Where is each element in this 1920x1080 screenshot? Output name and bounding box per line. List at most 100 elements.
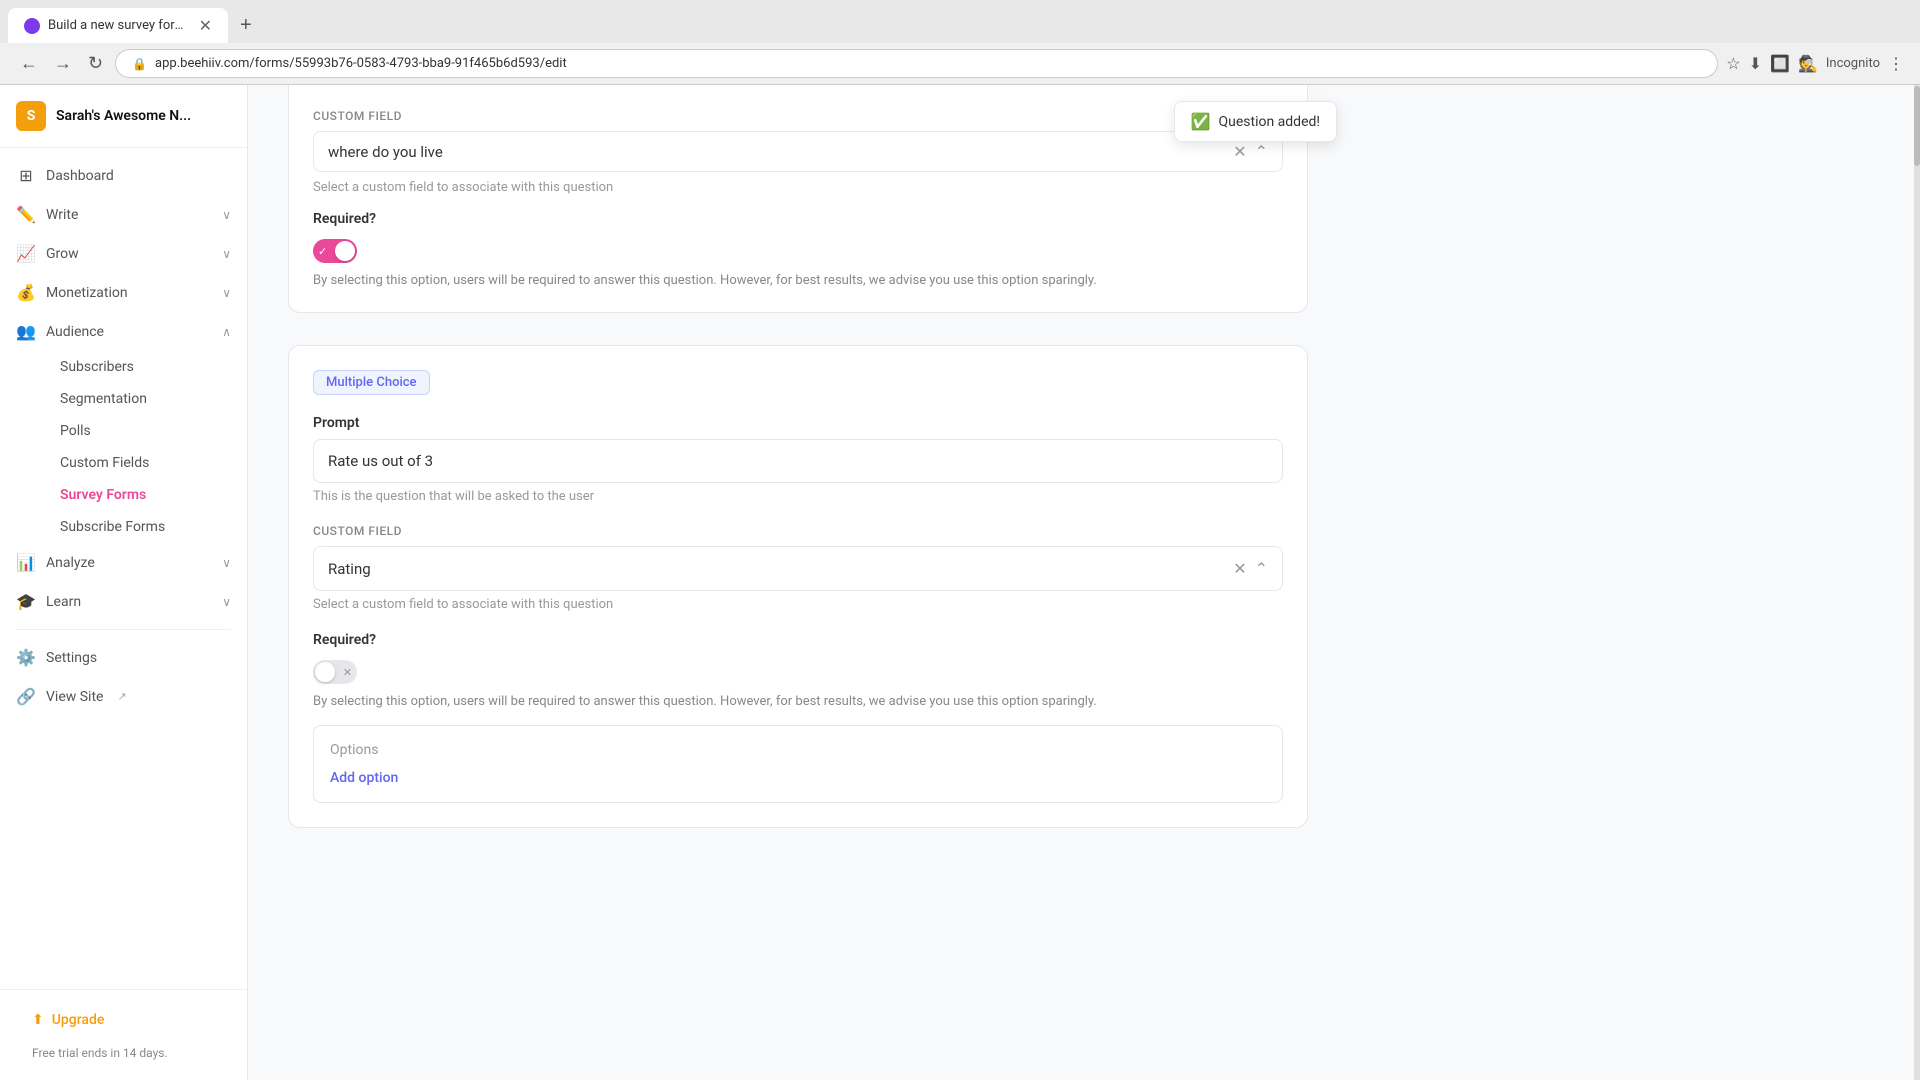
tab-close-button[interactable]: ✕ — [199, 16, 212, 35]
menu-button[interactable]: ⋮ — [1888, 54, 1904, 74]
required-label-2: Required? — [313, 632, 1283, 648]
toggle-track-1[interactable]: ✓ — [313, 239, 357, 263]
learn-icon: 🎓 — [16, 592, 36, 611]
input-actions-1: ✕ ⌃ — [1233, 142, 1268, 161]
sidebar-item-audience[interactable]: 👥 Audience ∧ — [0, 312, 247, 351]
dashboard-icon: ⊞ — [16, 166, 36, 185]
chevron-down-icon: ∨ — [222, 556, 231, 570]
sidebar-item-label: Monetization — [46, 285, 128, 301]
analyze-icon: 📊 — [16, 553, 36, 572]
incognito-label: Incognito — [1826, 56, 1880, 71]
check-icon: ✅ — [1191, 112, 1211, 131]
download-button[interactable]: ⬇ — [1749, 54, 1762, 74]
sidebar-item-view-site[interactable]: 🔗 View Site ↗ — [0, 677, 247, 716]
toggle-thumb-2 — [315, 662, 335, 682]
sidebar-bottom: ⬆ Upgrade Free trial ends in 14 days. — [0, 989, 247, 1080]
reload-button[interactable]: ↻ — [84, 49, 107, 78]
sidebar-item-subscribe-forms[interactable]: Subscribe Forms — [44, 511, 247, 543]
audience-icon: 👥 — [16, 322, 36, 341]
custom-field-label-1: Custom Field — [313, 109, 1283, 123]
scrollbar[interactable] — [1914, 85, 1920, 1080]
sidebar-item-label: Analyze — [46, 555, 95, 571]
check-toggle-icon: ✓ — [318, 245, 327, 258]
toggle-track-2[interactable]: ✕ — [313, 660, 357, 684]
question-card-1: Custom Field where do you live ✕ ⌃ ✅ Que… — [288, 85, 1308, 313]
x-toggle-icon: ✕ — [343, 666, 352, 679]
extension-button[interactable]: 🔲 — [1770, 54, 1790, 74]
helper-text-1: Select a custom field to associate with … — [313, 180, 1283, 195]
required-desc-2: By selecting this option, users will be … — [313, 694, 1283, 709]
sidebar-item-custom-fields[interactable]: Custom Fields — [44, 447, 247, 479]
sidebar-item-write[interactable]: ✏️ Write ∨ — [0, 195, 247, 234]
close-icon[interactable]: ✕ — [1233, 559, 1246, 578]
prompt-input[interactable]: Rate us out of 3 — [313, 439, 1283, 483]
chevron-down-icon: ∨ — [222, 286, 231, 300]
sidebar-item-label: Write — [46, 207, 78, 223]
sidebar-item-analyze[interactable]: 📊 Analyze ∨ — [0, 543, 247, 582]
sidebar-item-label: Settings — [46, 650, 97, 666]
expand-icon[interactable]: ⌃ — [1255, 142, 1268, 161]
prompt-helper: This is the question that will be asked … — [313, 489, 1283, 504]
monetization-icon: 💰 — [16, 283, 36, 302]
sidebar-item-settings[interactable]: ⚙️ Settings — [0, 638, 247, 677]
bookmark-button[interactable]: ☆ — [1726, 54, 1740, 74]
required-desc-1: By selecting this option, users will be … — [313, 273, 1283, 288]
custom-field-helper-2: Select a custom field to associate with … — [313, 597, 1283, 612]
close-icon[interactable]: ✕ — [1233, 142, 1246, 161]
brand-initial: S — [27, 108, 36, 124]
toggle-thumb-1 — [335, 241, 355, 261]
sidebar-brand: S Sarah's Awesome N... — [0, 85, 247, 148]
options-title: Options — [330, 742, 1266, 758]
sidebar: S Sarah's Awesome N... ⊞ Dashboard ✏️ Wr… — [0, 85, 248, 1080]
question-card-2: Multiple Choice Prompt Rate us out of 3 … — [288, 345, 1308, 828]
prompt-label: Prompt — [313, 415, 1283, 431]
active-tab[interactable]: Build a new survey form - Sarah... ✕ — [8, 8, 228, 43]
incognito-button[interactable]: 🕵 — [1798, 54, 1818, 74]
question-input-row-1: where do you live ✕ ⌃ — [313, 131, 1283, 172]
address-text: app.beehiiv.com/forms/55993b76-0583-4793… — [155, 56, 567, 71]
tab-bar: Build a new survey form - Sarah... ✕ + — [0, 0, 1920, 43]
free-trial-text: Free trial ends in 14 days. — [16, 1038, 231, 1068]
chevron-down-icon: ∨ — [222, 595, 231, 609]
sidebar-item-learn[interactable]: 🎓 Learn ∨ — [0, 582, 247, 621]
lock-icon: 🔒 — [132, 57, 147, 71]
scroll-thumb[interactable] — [1914, 86, 1920, 166]
browser-chrome: Build a new survey form - Sarah... ✕ + ←… — [0, 0, 1920, 85]
sidebar-item-label: Dashboard — [46, 168, 114, 184]
chevron-up-icon: ∧ — [222, 325, 231, 339]
upgrade-button[interactable]: ⬆ Upgrade — [16, 1002, 231, 1038]
field-actions-2: ✕ ⌃ — [1233, 559, 1268, 578]
sidebar-item-label: Grow — [46, 246, 79, 262]
address-bar-row: ← → ↻ 🔒 app.beehiiv.com/forms/55993b76-0… — [0, 43, 1920, 84]
sidebar-item-polls[interactable]: Polls — [44, 415, 247, 447]
sidebar-item-survey-forms[interactable]: Survey Forms — [44, 479, 247, 511]
custom-field-row-2: Rating ✕ ⌃ — [313, 546, 1283, 591]
required-label-1: Required? — [313, 211, 1283, 227]
back-button[interactable]: ← — [16, 49, 42, 78]
sidebar-item-subscribers[interactable]: Subscribers — [44, 351, 247, 383]
forward-button[interactable]: → — [50, 49, 76, 78]
grow-icon: 📈 — [16, 244, 36, 263]
browser-actions: ☆ ⬇ 🔲 🕵 Incognito ⋮ — [1726, 54, 1904, 74]
sidebar-item-grow[interactable]: 📈 Grow ∨ — [0, 234, 247, 273]
sidebar-item-dashboard[interactable]: ⊞ Dashboard — [0, 156, 247, 195]
toast-text: Question added! — [1218, 114, 1320, 130]
expand-icon[interactable]: ⌃ — [1255, 559, 1268, 578]
required-toggle-2[interactable]: ✕ — [313, 660, 1283, 684]
options-box: Options Add option — [313, 725, 1283, 803]
required-toggle-1[interactable]: ✓ — [313, 239, 1283, 263]
sidebar-item-label: Audience — [46, 324, 104, 340]
main-content: Custom Field where do you live ✕ ⌃ ✅ Que… — [248, 85, 1914, 1080]
sidebar-item-monetization[interactable]: 💰 Monetization ∨ — [0, 273, 247, 312]
tab-favicon — [24, 18, 40, 34]
address-bar[interactable]: 🔒 app.beehiiv.com/forms/55993b76-0583-47… — [115, 49, 1718, 78]
toast-notification: ✅ Question added! — [1174, 101, 1337, 142]
app-layout: S Sarah's Awesome N... ⊞ Dashboard ✏️ Wr… — [0, 85, 1920, 1080]
add-option-button[interactable]: Add option — [330, 770, 1266, 786]
sidebar-item-segmentation[interactable]: Segmentation — [44, 383, 247, 415]
new-tab-button[interactable]: + — [232, 10, 260, 41]
chevron-down-icon: ∨ — [222, 247, 231, 261]
settings-icon: ⚙️ — [16, 648, 36, 667]
sidebar-item-label: View Site — [46, 689, 103, 705]
external-icon: ↗ — [117, 690, 126, 703]
